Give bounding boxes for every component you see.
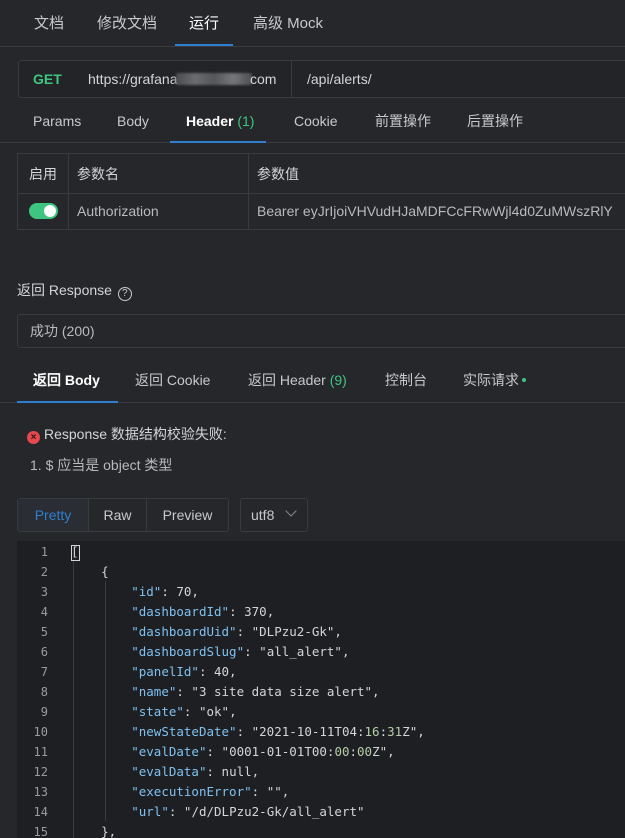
line-number-gutter: 1 2 3 4 5 6 7 8 9 10 11 12 13 14 15 bbox=[17, 541, 65, 838]
response-body-editor[interactable]: 1 2 3 4 5 6 7 8 9 10 11 12 13 14 15 [ { "id": 70, "das… bbox=[17, 541, 625, 838]
redacted-host-segment bbox=[176, 73, 252, 85]
active-tab-underline bbox=[175, 44, 234, 46]
column-header-name: 参数名 bbox=[77, 166, 119, 182]
validation-error: × Response 数据结构校验失败: bbox=[27, 424, 227, 444]
tab-post-operations[interactable]: 后置操作 bbox=[467, 100, 523, 142]
url-divider bbox=[291, 61, 292, 97]
tab-cookie[interactable]: Cookie bbox=[294, 100, 338, 142]
code-line: "panelId": 40, bbox=[131, 664, 237, 679]
validation-error-text: Response 数据结构校验失败: bbox=[44, 426, 227, 442]
response-title-label: 返回 Response bbox=[17, 282, 112, 298]
code-line: "newStateDate": "2021-10-11T04:16:31Z", bbox=[131, 724, 425, 739]
text-cursor bbox=[71, 545, 80, 561]
raw-button[interactable]: Raw bbox=[89, 499, 146, 531]
code-line: "dashboardId": 370, bbox=[131, 604, 275, 619]
response-title: 返回 Response ? bbox=[17, 280, 132, 301]
line-number: 4 bbox=[40, 605, 48, 619]
tab-actual-request[interactable]: 实际请求 bbox=[463, 358, 526, 402]
host-prefix: https://grafana bbox=[88, 71, 178, 87]
line-number: 14 bbox=[33, 805, 48, 819]
line-number: 12 bbox=[33, 765, 48, 779]
header-params-table: 启用 参数名 参数值 Authorization Bearer eyJrIjoi… bbox=[17, 153, 625, 230]
response-status-box: 成功 (200) bbox=[17, 314, 625, 348]
line-number: 13 bbox=[33, 785, 48, 799]
code-line: "id": 70, bbox=[131, 584, 199, 599]
code-line: "state": "ok", bbox=[131, 704, 237, 719]
tab-response-cookie[interactable]: 返回 Cookie bbox=[135, 358, 210, 402]
line-number: 3 bbox=[40, 585, 48, 599]
code-line: }, bbox=[71, 824, 117, 838]
tab-advanced-mock[interactable]: 高级 Mock bbox=[253, 0, 323, 46]
tab-pre-operations[interactable]: 前置操作 bbox=[375, 100, 431, 142]
question-circle-icon[interactable]: ? bbox=[117, 287, 132, 301]
code-line: { bbox=[71, 564, 109, 579]
line-number: 2 bbox=[40, 565, 48, 579]
tab-console[interactable]: 控制台 bbox=[385, 358, 427, 402]
format-segmented-control: Pretty Raw Preview bbox=[17, 498, 229, 532]
response-header-count: (9) bbox=[329, 372, 347, 388]
table-divider bbox=[68, 154, 69, 229]
param-value-cell[interactable]: Bearer eyJrIjoiVHVudHJaMDFCcFRwWjl4d0ZuM… bbox=[257, 194, 613, 229]
tab-body[interactable]: Body bbox=[117, 100, 149, 142]
url-path-input[interactable]: /api/alerts/ bbox=[307, 61, 372, 97]
tab-edit-docs[interactable]: 修改文档 bbox=[97, 0, 157, 46]
line-number: 7 bbox=[40, 665, 48, 679]
tab-actual-request-label: 实际请求 bbox=[463, 372, 519, 388]
url-bar[interactable]: GET https://grafana com /api/alerts/ bbox=[18, 60, 625, 98]
http-method[interactable]: GET bbox=[33, 61, 62, 97]
tab-docs[interactable]: 文档 bbox=[34, 0, 64, 46]
column-header-value: 参数值 bbox=[257, 166, 299, 182]
error-circle-icon: × bbox=[27, 431, 40, 444]
code-line: "dashboardSlug": "all_alert", bbox=[131, 644, 350, 659]
preview-button[interactable]: Preview bbox=[147, 499, 228, 531]
chevron-down-icon bbox=[285, 505, 297, 517]
tab-params[interactable]: Params bbox=[33, 100, 81, 142]
column-header-enabled: 启用 bbox=[29, 166, 57, 182]
line-number: 15 bbox=[33, 825, 48, 838]
code-line: "evalDate": "0001-01-01T00:00:00Z", bbox=[131, 744, 395, 759]
code-line: "executionError": "", bbox=[131, 784, 290, 799]
tab-run-label: 运行 bbox=[189, 15, 220, 32]
line-number: 9 bbox=[40, 705, 48, 719]
toggle-knob bbox=[44, 205, 56, 217]
tab-header[interactable]: Header (1) bbox=[170, 100, 267, 143]
request-tab-bar: Params Body Header (1) Cookie 前置操作 后置操作 bbox=[0, 100, 625, 143]
line-number: 6 bbox=[40, 645, 48, 659]
tab-response-header-label: 返回 Header bbox=[248, 372, 326, 388]
code-line: "url": "/d/DLPzu2-Gk/all_alert" bbox=[131, 804, 365, 819]
code-line: "evalData": null, bbox=[131, 764, 260, 779]
tab-response-header[interactable]: 返回 Header (9) bbox=[248, 358, 347, 402]
tab-run[interactable]: 运行 bbox=[175, 0, 234, 46]
line-number: 5 bbox=[40, 625, 48, 639]
pretty-button[interactable]: Pretty bbox=[18, 499, 88, 531]
tab-header-label: Header bbox=[186, 113, 234, 129]
response-status: 成功 (200) bbox=[30, 323, 95, 339]
code-line: "name": "3 site data size alert", bbox=[131, 684, 380, 699]
tab-response-body-label: 返回 Body bbox=[33, 372, 100, 388]
active-tab-underline bbox=[17, 401, 118, 403]
line-number: 8 bbox=[40, 685, 48, 699]
encoding-value: utf8 bbox=[251, 507, 275, 523]
response-tab-bar: 返回 Body 返回 Cookie 返回 Header (9) 控制台 实际请求 bbox=[0, 358, 625, 403]
line-number: 1 bbox=[40, 545, 48, 559]
encoding-select[interactable]: utf8 bbox=[240, 498, 308, 532]
table-divider bbox=[248, 154, 249, 229]
status-dot-icon bbox=[522, 378, 526, 382]
validation-item: 1. $ 应当是 object 类型 bbox=[30, 457, 173, 473]
line-number: 10 bbox=[33, 725, 48, 739]
host-suffix: com bbox=[250, 71, 277, 87]
top-tab-bar: 文档 修改文档 运行 高级 Mock bbox=[0, 0, 625, 47]
tab-response-body[interactable]: 返回 Body bbox=[17, 358, 118, 403]
line-number: 11 bbox=[33, 745, 48, 759]
active-tab-underline bbox=[170, 141, 267, 143]
header-count-badge: (1) bbox=[237, 113, 255, 129]
code-line: "dashboardUid": "DLPzu2-Gk", bbox=[131, 624, 342, 639]
param-name-cell[interactable]: Authorization bbox=[77, 194, 159, 229]
enable-toggle[interactable] bbox=[29, 203, 58, 219]
